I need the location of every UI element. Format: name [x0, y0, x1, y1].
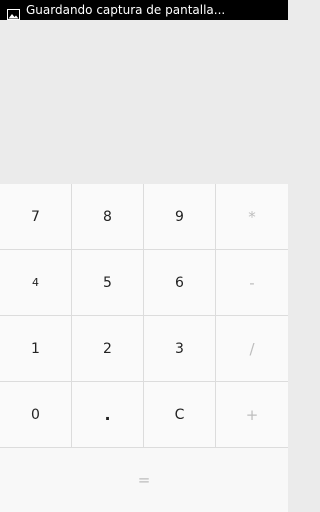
key-1[interactable]: 1	[0, 316, 72, 382]
keypad: 7 8 9 * 4 5 6 - 1 2 3 / 0 . C + =	[0, 184, 288, 512]
key-4[interactable]: 4	[0, 250, 72, 316]
key-7[interactable]: 7	[0, 184, 72, 250]
key-6[interactable]: 6	[144, 250, 216, 316]
key-add[interactable]: +	[216, 382, 288, 448]
image-icon	[7, 5, 20, 20]
key-multiply[interactable]: *	[216, 184, 288, 250]
key-divide[interactable]: /	[216, 316, 288, 382]
key-clear[interactable]: C	[144, 382, 216, 448]
key-0[interactable]: 0	[0, 382, 72, 448]
status-notification-text: Guardando captura de pantalla...	[26, 3, 226, 17]
key-subtract[interactable]: -	[216, 250, 288, 316]
key-5[interactable]: 5	[72, 250, 144, 316]
key-3[interactable]: 3	[144, 316, 216, 382]
key-9[interactable]: 9	[144, 184, 216, 250]
key-equals[interactable]: =	[0, 448, 288, 512]
key-decimal[interactable]: .	[72, 382, 144, 448]
calculator-display	[0, 20, 288, 184]
key-2[interactable]: 2	[72, 316, 144, 382]
status-bar: Guardando captura de pantalla...	[0, 0, 288, 20]
key-8[interactable]: 8	[72, 184, 144, 250]
